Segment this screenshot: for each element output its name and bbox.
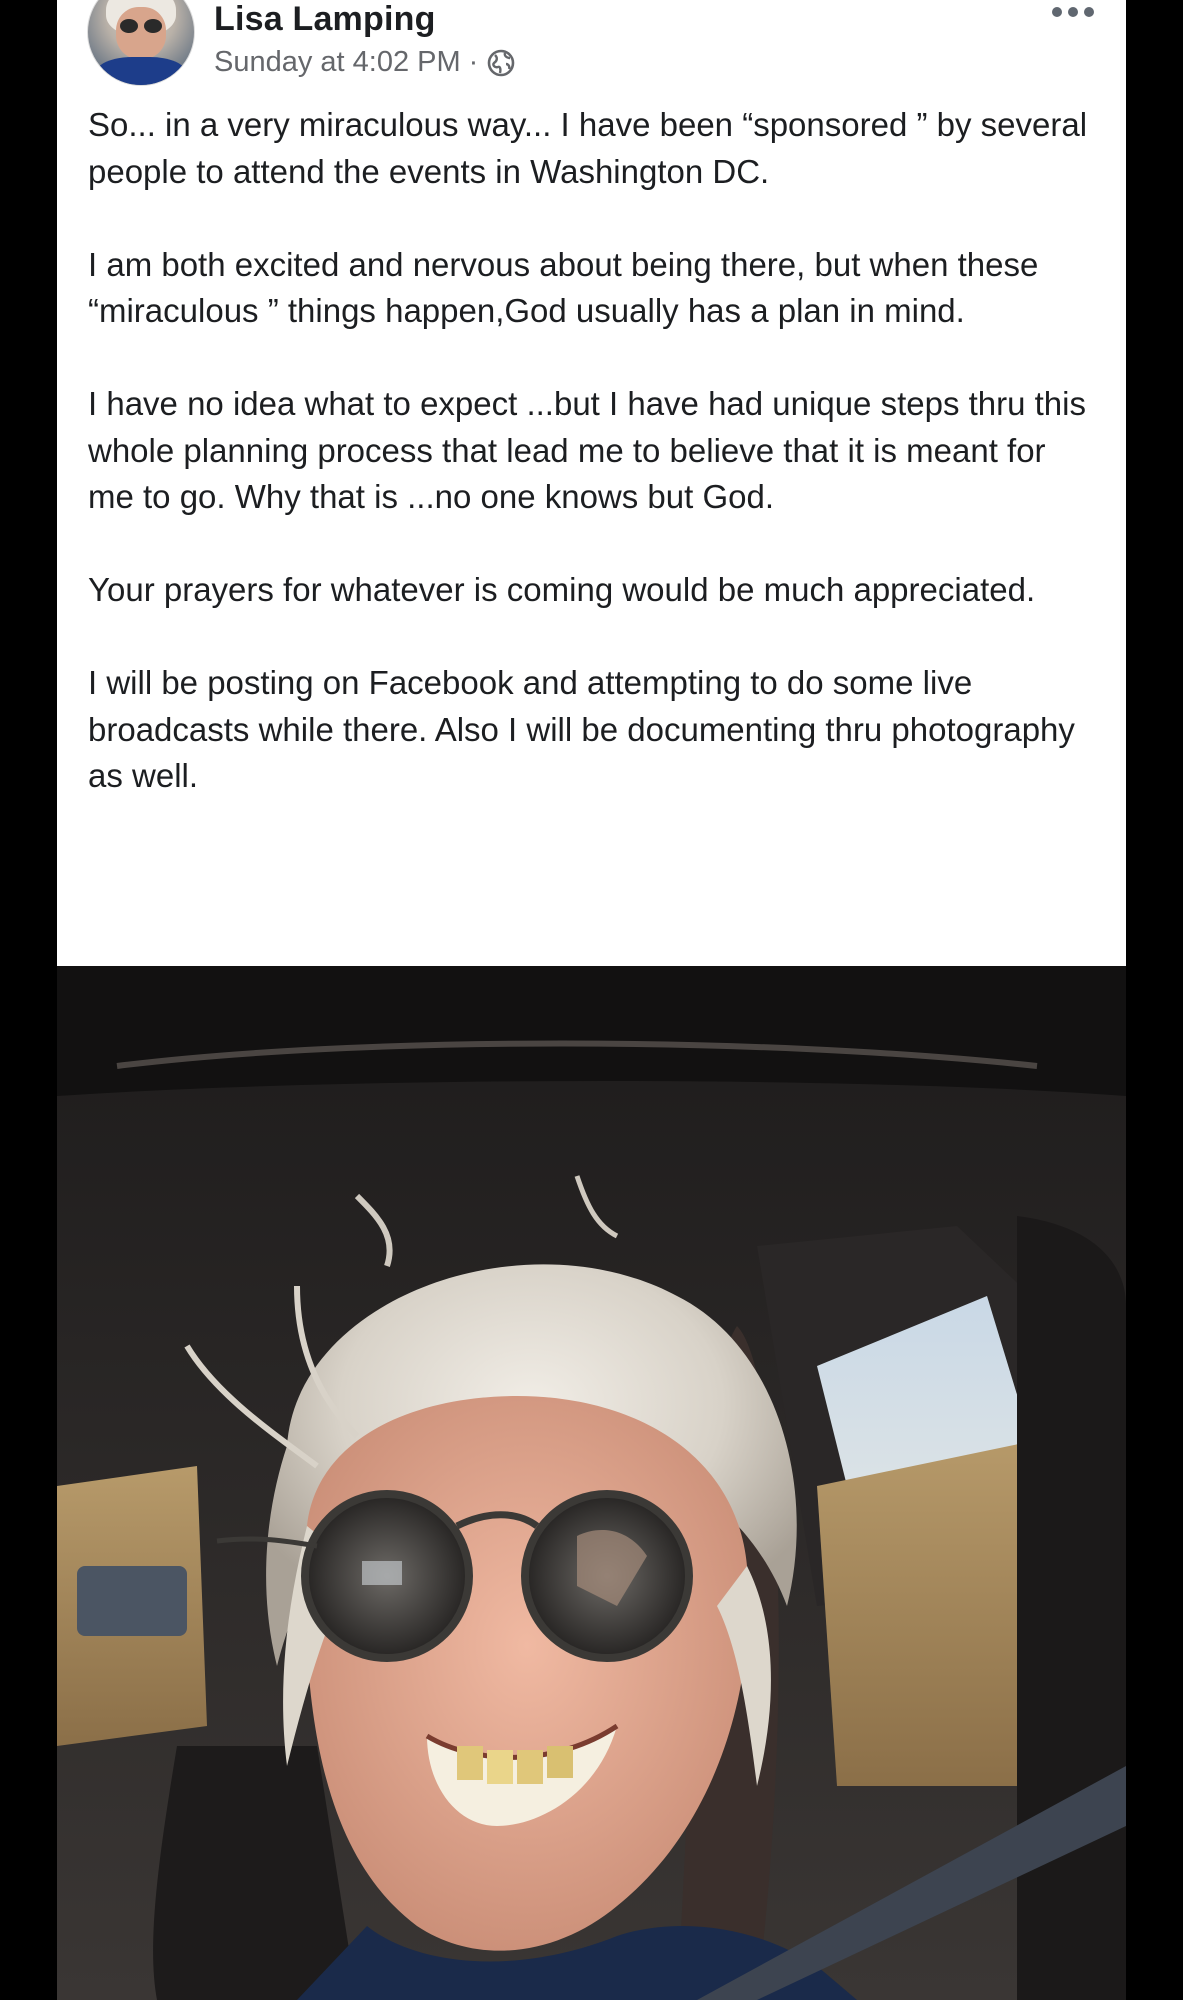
more-dot [1084, 7, 1094, 17]
globe-icon [488, 49, 515, 76]
meta-separator: · [468, 46, 479, 78]
post-header: Lisa Lamping Sunday at 4:02 PM · [57, 0, 1126, 100]
post-meta: Sunday at 4:02 PM · [214, 46, 516, 79]
more-options-icon[interactable] [1050, 4, 1096, 20]
post-paragraph: So... in a very miraculous way... I have… [88, 106, 1088, 190]
avatar-shirt [96, 57, 186, 85]
post-paragraph: I am both excited and nervous about bein… [88, 245, 1039, 330]
facebook-post: Lisa Lamping Sunday at 4:02 PM · So... i… [57, 0, 1126, 2000]
avatar-face [116, 7, 166, 59]
post-body: So... in a very miraculous way... I have… [88, 102, 1098, 846]
author-avatar[interactable] [87, 0, 195, 86]
post-paragraph: I have no idea what to expect ...but I h… [88, 385, 1086, 515]
screenshot-frame: Lisa Lamping Sunday at 4:02 PM · So... i… [0, 0, 1183, 2000]
avatar-sunglasses-right [144, 19, 162, 33]
post-paragraph: Your prayers for whatever is coming woul… [88, 571, 1036, 608]
post-photo[interactable] [57, 966, 1126, 2000]
author-name[interactable]: Lisa Lamping [214, 0, 436, 39]
selfie-photo-illustration [57, 966, 1126, 2000]
avatar-sunglasses-left [120, 19, 138, 33]
more-dot [1052, 7, 1062, 17]
post-paragraph: I will be posting on Facebook and attemp… [88, 664, 1075, 794]
more-dot [1068, 7, 1078, 17]
post-timestamp[interactable]: Sunday at 4:02 PM [214, 46, 461, 79]
